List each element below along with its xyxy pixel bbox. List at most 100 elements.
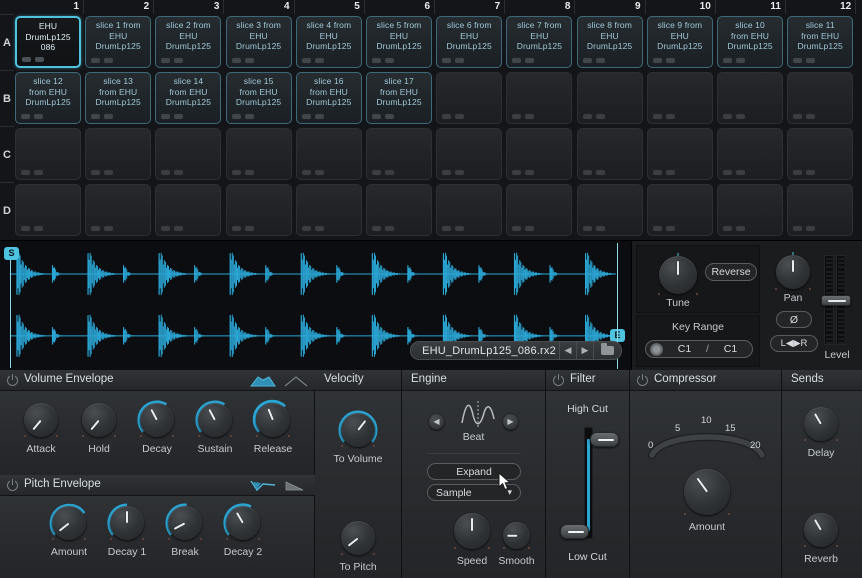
pad-A4[interactable]: slice 3 from EHU DrumLp125 bbox=[225, 16, 292, 68]
pad-B10[interactable] bbox=[646, 72, 713, 124]
engine-prev-button[interactable]: ◀ bbox=[428, 413, 445, 430]
compressor-amount-knob[interactable] bbox=[684, 469, 730, 515]
send-delay-knob[interactable] bbox=[804, 407, 838, 441]
volume-hold-knob[interactable] bbox=[82, 403, 116, 437]
expand-button[interactable]: Expand bbox=[427, 463, 521, 480]
pad-C6[interactable] bbox=[366, 128, 432, 180]
pad-A9[interactable]: slice 8 from EHU DrumLp125 bbox=[576, 16, 643, 68]
pad-A5[interactable]: slice 4 from EHU DrumLp125 bbox=[295, 16, 362, 68]
pitch-env-down-icon[interactable] bbox=[250, 479, 276, 492]
pad-row-B[interactable]: B bbox=[0, 70, 14, 126]
ahdsr-envelope-icon[interactable] bbox=[250, 374, 276, 387]
pad-A8[interactable]: slice 7 from EHU DrumLp125 bbox=[506, 16, 573, 68]
high-cut-thumb[interactable] bbox=[590, 432, 619, 447]
level-fader-handle[interactable] bbox=[821, 295, 851, 306]
volume-attack-knob[interactable] bbox=[24, 403, 58, 437]
pad-row-C[interactable]: C bbox=[0, 126, 14, 182]
browse-sample-button[interactable] bbox=[593, 342, 621, 359]
pitch-decay-1-knob[interactable] bbox=[107, 503, 144, 540]
pad-D4[interactable] bbox=[225, 184, 292, 236]
engine-speed-knob[interactable] bbox=[454, 513, 490, 549]
pad-C1[interactable] bbox=[15, 128, 81, 180]
pitch-break-knob[interactable] bbox=[165, 503, 202, 540]
send-reverb-knob-label: Reverb bbox=[804, 553, 838, 565]
pad-B3[interactable]: slice 14 from EHU DrumLp125 bbox=[155, 72, 222, 124]
pad-B1[interactable]: slice 12 from EHU DrumLp125 bbox=[15, 72, 81, 124]
pad-B11[interactable] bbox=[717, 72, 783, 124]
pan-knob[interactable] bbox=[775, 252, 811, 290]
pad-C9[interactable] bbox=[576, 128, 643, 180]
pad-column-3: 3 bbox=[154, 0, 225, 14]
pad-A1[interactable]: EHU DrumLp125 086 bbox=[15, 16, 81, 68]
pad-B2[interactable]: slice 13 from EHU DrumLp125 bbox=[85, 72, 152, 124]
volume-envelope-power-icon[interactable] bbox=[7, 374, 18, 386]
pad-C3[interactable] bbox=[155, 128, 222, 180]
knob-range-dots bbox=[224, 538, 262, 541]
reverse-button[interactable]: Reverse bbox=[705, 263, 757, 281]
pad-A12[interactable]: slice 11 from EHU DrumLp125 bbox=[787, 16, 854, 68]
pad-C11[interactable] bbox=[717, 128, 783, 180]
pad-A6[interactable]: slice 5 from EHU DrumLp125 bbox=[366, 16, 432, 68]
pad-B4[interactable]: slice 15 from EHU DrumLp125 bbox=[225, 72, 292, 124]
low-cut-thumb[interactable] bbox=[560, 524, 589, 539]
volume-release-knob[interactable] bbox=[252, 399, 290, 437]
pitch-envelope-power-icon[interactable] bbox=[7, 479, 18, 491]
pad-C5[interactable] bbox=[295, 128, 362, 180]
pad-row-A[interactable]: A bbox=[0, 14, 14, 70]
phase-invert-button[interactable]: Ø bbox=[776, 311, 812, 328]
pad-D7[interactable] bbox=[436, 184, 503, 236]
level-meter[interactable] bbox=[821, 255, 851, 345]
previous-sample-button[interactable]: ◀ bbox=[559, 342, 576, 359]
pad-D5[interactable] bbox=[295, 184, 362, 236]
pitch-amount-knob[interactable] bbox=[49, 503, 86, 540]
channel-swap-button[interactable]: L◀▶R bbox=[770, 335, 818, 352]
pad-B5[interactable]: slice 16 from EHU DrumLp125 bbox=[295, 72, 362, 124]
velocity-to-pitch-knob[interactable] bbox=[341, 521, 375, 555]
volume-envelope-header: Volume Envelope bbox=[0, 370, 315, 391]
pad-C4[interactable] bbox=[225, 128, 292, 180]
volume-sustain-knob[interactable] bbox=[195, 400, 232, 437]
pad-B12[interactable] bbox=[787, 72, 854, 124]
pad-D3[interactable] bbox=[155, 184, 222, 236]
pitch-decay-2-knob[interactable] bbox=[223, 503, 262, 541]
pitch-env-ramp-icon[interactable] bbox=[283, 479, 309, 492]
key-range-field[interactable]: C1 / C1 bbox=[645, 340, 753, 358]
pad-row-D[interactable]: D bbox=[0, 182, 14, 238]
filter-power-icon[interactable] bbox=[553, 374, 564, 386]
pad-A3[interactable]: slice 2 from EHU DrumLp125 bbox=[155, 16, 222, 68]
start-marker-handle[interactable]: S bbox=[4, 247, 19, 260]
pad-D2[interactable] bbox=[85, 184, 152, 236]
pad-D9[interactable] bbox=[576, 184, 643, 236]
engine-next-button[interactable]: ▶ bbox=[502, 413, 519, 430]
pad-A2[interactable]: slice 1 from EHU DrumLp125 bbox=[85, 16, 152, 68]
volume-decay-knob[interactable] bbox=[137, 400, 174, 437]
pad-D12[interactable] bbox=[787, 184, 854, 236]
next-sample-button[interactable]: ▶ bbox=[576, 342, 593, 359]
engine-smooth-knob[interactable] bbox=[503, 522, 530, 549]
pad-A10[interactable]: slice 9 from EHU DrumLp125 bbox=[646, 16, 713, 68]
pad-B7[interactable] bbox=[436, 72, 503, 124]
pad-C8[interactable] bbox=[506, 128, 573, 180]
pad-B8[interactable] bbox=[506, 72, 573, 124]
pad-C2[interactable] bbox=[85, 128, 152, 180]
pad-C10[interactable] bbox=[646, 128, 713, 180]
engine-source-select[interactable]: Sample ▾ bbox=[427, 484, 521, 501]
velocity-to-volume-knob[interactable] bbox=[338, 410, 378, 447]
tune-knob[interactable] bbox=[658, 253, 698, 295]
pad-B9[interactable] bbox=[576, 72, 643, 124]
pad-C12[interactable] bbox=[787, 128, 854, 180]
send-reverb-knob[interactable] bbox=[804, 513, 838, 547]
compressor-power-icon[interactable] bbox=[637, 374, 648, 386]
pad-D10[interactable] bbox=[646, 184, 713, 236]
pad-A11[interactable]: slice 10 from EHU DrumLp125 bbox=[717, 16, 783, 68]
pad-D8[interactable] bbox=[506, 184, 573, 236]
pad-A7[interactable]: slice 6 from EHU DrumLp125 bbox=[436, 16, 503, 68]
sample-file-selector[interactable]: EHU_DrumLp125_086.rx2 ◀ ▶ bbox=[410, 341, 622, 360]
start-marker-line bbox=[10, 260, 11, 368]
pad-B6[interactable]: slice 17 from EHU DrumLp125 bbox=[366, 72, 432, 124]
ad-envelope-icon[interactable] bbox=[283, 374, 309, 387]
pad-D6[interactable] bbox=[366, 184, 432, 236]
pad-C7[interactable] bbox=[436, 128, 503, 180]
pad-D1[interactable] bbox=[15, 184, 81, 236]
pad-D11[interactable] bbox=[717, 184, 783, 236]
